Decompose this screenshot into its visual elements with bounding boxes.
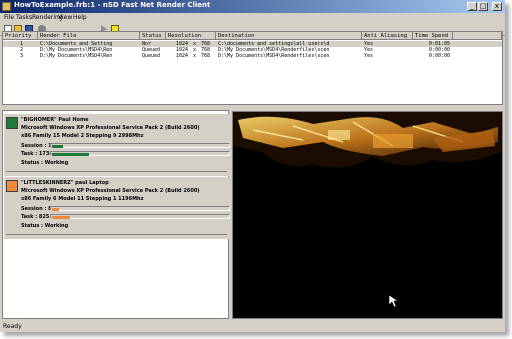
session-progress-fill — [52, 208, 59, 211]
client-name: "BIGHOMER" Paul Home — [21, 117, 89, 123]
task-progress-fill — [52, 153, 89, 156]
status-text: Ready — [3, 323, 22, 330]
cell-res-height: 768 — [201, 53, 211, 59]
cell-priority: 3 — [19, 53, 23, 59]
column-anti-aliasing[interactable]: Anti Aliasing — [362, 32, 413, 40]
client-task: Task : 825 — [21, 214, 50, 220]
client-os: Microsoft Windows XP Professional Servic… — [21, 125, 200, 131]
menu-file[interactable]: File — [4, 14, 14, 21]
client-status: Status : Working — [21, 160, 69, 166]
pane-splitter[interactable] — [0, 105, 505, 109]
client-cpu: x86 Family 6 Model 11 Stepping 1 1196Mhz — [21, 196, 144, 202]
jobs-header: Priority Render File Status Resolution D… — [3, 32, 502, 40]
cell-render-file: D:\My Documents\MSD4\Ren — [40, 53, 113, 59]
client-os: Microsoft Windows XP Professional Servic… — [21, 188, 200, 194]
menu-tasks[interactable]: Tasks — [16, 14, 32, 21]
cell-destination: D:\My Documents\MSD4\Renderfiles\scen — [218, 53, 330, 59]
column-destination[interactable]: Destination — [216, 32, 362, 40]
column-time-spend[interactable]: Time Spend — [413, 32, 453, 40]
window-title: HowToExample.frb:1 - nSD Fast Net Render… — [14, 1, 211, 9]
session-progress-bar — [50, 143, 230, 148]
client-task: Task : 1738 — [21, 151, 53, 157]
client-card[interactable]: "BIGHOMER" Paul Home Microsoft Windows X… — [4, 114, 230, 176]
column-status[interactable]: Status — [140, 32, 166, 40]
task-progress-fill — [52, 216, 70, 219]
column-resolution[interactable]: Resolution — [166, 32, 216, 40]
minimize-button[interactable]: _ — [467, 2, 477, 11]
menu-help[interactable]: Help — [73, 14, 87, 21]
client-color-swatch — [6, 117, 18, 129]
render-preview-image — [233, 112, 502, 318]
task-progress-bar — [50, 151, 230, 156]
title-bar[interactable]: HowToExample.frb:1 - nSD Fast Net Render… — [0, 0, 505, 13]
client-divider — [6, 171, 227, 172]
task-progress-bar — [50, 214, 230, 219]
cell-res-x: x — [193, 53, 197, 59]
table-row[interactable]: 3 D:\My Documents\MSD4\Ren Queued 1024 x… — [3, 53, 502, 59]
client-divider — [6, 234, 227, 235]
app-window: HowToExample.frb:1 - nSD Fast Net Render… — [0, 0, 505, 332]
menu-bar: File Tasks Rendering View Help — [0, 13, 505, 23]
menu-view[interactable]: View — [58, 14, 72, 21]
cell-res-width: 1024 — [175, 53, 188, 59]
client-cpu: x86 Family 15 Model 2 Stepping 9 2998Mhz — [21, 133, 144, 139]
column-filler — [453, 32, 502, 40]
render-clients-panel: "BIGHOMER" Paul Home Microsoft Windows X… — [2, 110, 230, 319]
close-button[interactable]: x — [492, 2, 502, 11]
status-bar: Ready — [0, 322, 505, 332]
render-jobs-list[interactable]: Priority Render File Status Resolution D… — [2, 31, 503, 105]
cell-time-spend: 0:00:00 — [428, 53, 450, 59]
client-status: Status : Working — [21, 223, 69, 229]
client-name: "LITTLESKINNERZ" paul Laptop — [21, 180, 109, 186]
cell-anti-aliasing: Yes — [364, 53, 374, 59]
maximize-button[interactable]: □ — [478, 2, 488, 11]
render-preview[interactable] — [232, 111, 503, 319]
client-card[interactable]: "LITTLESKINNERZ" paul Laptop Microsoft W… — [4, 177, 230, 239]
app-icon — [2, 2, 11, 11]
column-priority[interactable]: Priority — [3, 32, 38, 40]
client-color-swatch — [6, 180, 18, 192]
session-progress-fill — [52, 145, 63, 148]
column-render-file[interactable]: Render File — [38, 32, 140, 40]
session-progress-bar — [50, 206, 230, 211]
cell-status: Queued — [142, 53, 161, 59]
